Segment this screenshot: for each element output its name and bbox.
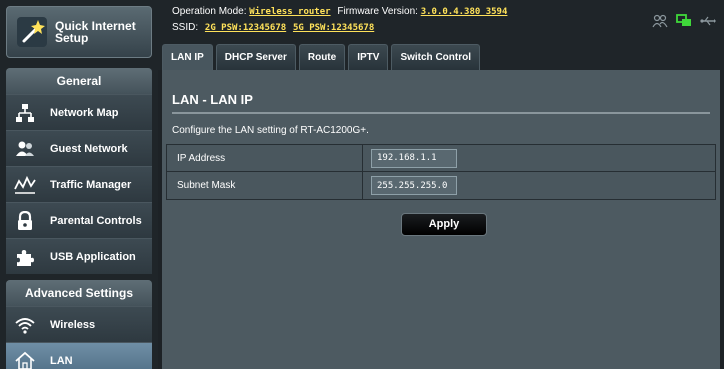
sidebar-item-wireless[interactable]: Wireless xyxy=(6,306,152,342)
operation-mode-link[interactable]: Wireless router xyxy=(249,7,330,17)
table-row: IP Address xyxy=(167,145,715,172)
ssid-5g-link[interactable]: 5G_PSW:12345678 xyxy=(293,23,374,33)
advanced-settings-menu: Advanced Settings Wireless LAN xyxy=(6,280,152,369)
tab-lan-ip[interactable]: LAN IP xyxy=(162,44,213,70)
sidebar-item-label: Guest Network xyxy=(50,142,128,155)
advanced-settings-title: Advanced Settings xyxy=(6,280,152,306)
tab-dhcp-server[interactable]: DHCP Server xyxy=(215,44,296,70)
firmware-version-link[interactable]: 3.0.0.4.380_3594 xyxy=(421,7,508,17)
sidebar-item-traffic-manager[interactable]: Traffic Manager xyxy=(6,166,152,202)
title-divider xyxy=(172,112,710,114)
sidebar-item-label: Network Map xyxy=(50,106,119,119)
page-title: LAN - LAN IP xyxy=(172,92,253,107)
sidebar-item-label: Traffic Manager xyxy=(50,178,132,191)
general-menu: General Network Map Guest Network Traffi… xyxy=(6,68,152,274)
operation-mode-line: Operation Mode: Wireless router Firmware… xyxy=(172,6,507,17)
table-row: Subnet Mask xyxy=(167,172,715,199)
sidebar-item-lan[interactable]: LAN xyxy=(6,342,152,369)
tab-route[interactable]: Route xyxy=(298,44,346,70)
sidebar-item-label: Wireless xyxy=(50,318,96,331)
lock-icon xyxy=(14,210,36,232)
subnet-mask-input[interactable] xyxy=(371,176,457,195)
subnet-mask-label: Subnet Mask xyxy=(167,172,363,199)
wand-icon xyxy=(15,15,49,49)
quick-internet-setup-label: Quick Internet Setup xyxy=(55,19,136,45)
network-map-icon xyxy=(14,102,36,124)
general-menu-title: General xyxy=(6,68,152,94)
sidebar-item-usb-application[interactable]: USB Application xyxy=(6,238,152,274)
ssid-2g-link[interactable]: 2G_PSW:12345678 xyxy=(205,23,286,33)
users-icon[interactable] xyxy=(652,14,668,33)
page-description: Configure the LAN setting of RT-AC1200G+… xyxy=(172,125,369,136)
ssid-line: SSID: 2G_PSW:12345678 5G_PSW:12345678 xyxy=(172,22,374,33)
sidebar-item-label: Parental Controls xyxy=(50,214,142,227)
wifi-icon xyxy=(14,314,36,336)
tab-iptv[interactable]: IPTV xyxy=(348,44,389,70)
home-icon xyxy=(14,350,36,369)
apply-button[interactable]: Apply xyxy=(401,213,487,236)
main-content: LAN - LAN IP Configure the LAN setting o… xyxy=(162,70,720,369)
quick-internet-setup-button[interactable]: Quick Internet Setup xyxy=(6,6,152,58)
ip-address-label: IP Address xyxy=(167,145,363,171)
firmware-label: Firmware Version: xyxy=(337,6,418,17)
ip-address-input[interactable] xyxy=(371,148,457,168)
top-status-bar: Operation Mode: Wireless router Firmware… xyxy=(158,0,724,44)
sidebar: Quick Internet Setup General Network Map… xyxy=(0,0,158,369)
sidebar-item-label: LAN xyxy=(50,354,73,367)
puzzle-icon xyxy=(14,246,36,268)
tab-switch-control[interactable]: Switch Control xyxy=(391,44,480,70)
sidebar-item-label: USB Application xyxy=(50,250,136,263)
usb-icon[interactable] xyxy=(700,14,716,33)
traffic-manager-icon xyxy=(14,174,36,196)
sidebar-item-parental-controls[interactable]: Parental Controls xyxy=(6,202,152,238)
sidebar-item-guest-network[interactable]: Guest Network xyxy=(6,130,152,166)
operation-mode-label: Operation Mode: xyxy=(172,6,247,17)
status-icons xyxy=(652,14,716,33)
guest-network-icon xyxy=(14,138,36,160)
lan-tabs: LAN IP DHCP Server Route IPTV Switch Con… xyxy=(158,44,724,70)
network-status-icon[interactable] xyxy=(676,14,692,33)
ssid-label: SSID: xyxy=(172,22,199,33)
sidebar-item-network-map[interactable]: Network Map xyxy=(6,94,152,130)
lan-ip-settings-table: IP Address Subnet Mask xyxy=(166,144,716,200)
